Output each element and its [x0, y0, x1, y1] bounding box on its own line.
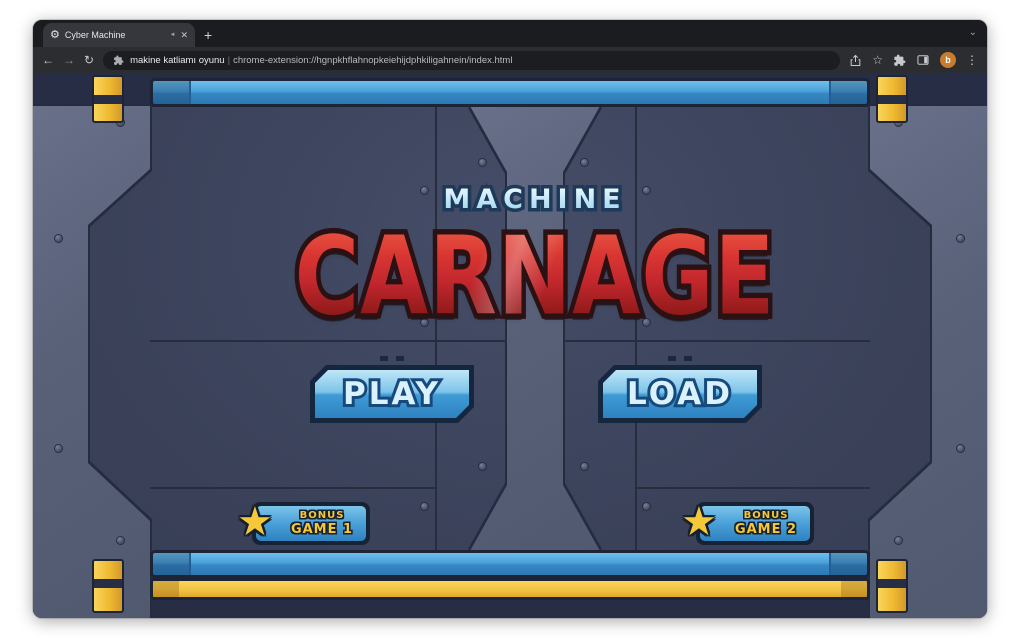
chevron-down-icon[interactable]: ⌄ [969, 27, 977, 38]
game-subtitle: MACHINE MACHINE [83, 186, 987, 213]
yellow-piston [876, 559, 908, 613]
button-notch [668, 356, 676, 361]
bonus-2-line1: BONUS [744, 510, 789, 521]
game-title-sheen: CARNAGE [295, 223, 776, 331]
back-icon[interactable]: ← [42, 54, 54, 66]
profile-avatar[interactable]: b [940, 52, 956, 68]
panel-seam [150, 487, 435, 489]
load-button[interactable]: LOAD LOAD [598, 365, 762, 423]
play-button[interactable]: PLAY PLAY [310, 365, 474, 423]
yellow-piston [92, 559, 124, 613]
screw-icon [581, 159, 588, 166]
game-canvas: MACHINE MACHINE CARNAGE CARNAGE CARNAGE … [33, 73, 987, 618]
bonus-2-line2: GAME 2 [735, 522, 797, 537]
screw-icon [421, 503, 428, 510]
play-label: PLAY [343, 379, 441, 410]
button-notch [684, 356, 692, 361]
bottom-blue-beam [150, 550, 870, 578]
yellow-piston [876, 75, 908, 123]
url-text: makine katliamı oyunu|chrome-extension:/… [130, 55, 512, 66]
panel-seam [635, 487, 870, 489]
button-notch [396, 356, 404, 361]
game-subtitle-text: MACHINE [443, 186, 626, 213]
screw-icon [643, 503, 650, 510]
bottom-yellow-beam [150, 578, 870, 600]
url-separator: | [225, 55, 233, 66]
share-icon[interactable] [849, 54, 862, 67]
panel-seam [563, 340, 870, 342]
button-notch [380, 356, 388, 361]
tab-arrow-icon: ◄ [170, 32, 176, 38]
bookmark-star-icon[interactable]: ☆ [872, 54, 883, 66]
screw-icon [581, 463, 588, 470]
screw-icon [479, 463, 486, 470]
forward-icon[interactable]: → [63, 54, 75, 66]
screw-icon [895, 537, 902, 544]
screw-icon [117, 537, 124, 544]
tab-strip: ⚙ Cyber Machine ◄ ✕ + ⌄ [33, 20, 987, 47]
bonus-game-2-button[interactable]: ★ BONUS GAME 2 [696, 502, 814, 545]
extensions-puzzle-icon[interactable] [893, 54, 906, 67]
screw-icon [957, 235, 964, 242]
tab-cyber-machine[interactable]: ⚙ Cyber Machine ◄ ✕ [43, 23, 195, 47]
yellow-piston [92, 75, 124, 123]
tab-title: Cyber Machine [65, 30, 165, 40]
url-site-name: makine katliamı oyunu [130, 55, 225, 66]
panel-seam [150, 340, 507, 342]
load-label: LOAD [627, 379, 733, 410]
extension-icon [113, 55, 124, 66]
screw-icon [957, 445, 964, 452]
screw-icon [55, 445, 62, 452]
metal-frame [33, 73, 987, 618]
screw-icon [479, 159, 486, 166]
right-frame-plate [870, 106, 987, 618]
browser-window: ⚙ Cyber Machine ◄ ✕ + ⌄ ← → ↻ makine kat… [33, 20, 987, 618]
star-icon: ★ [681, 499, 717, 545]
browser-toolbar: ← → ↻ makine katliamı oyunu|chrome-exten… [33, 47, 987, 73]
screw-icon [55, 235, 62, 242]
game-title: CARNAGE CARNAGE CARNAGE [137, 223, 933, 331]
left-frame-plate [33, 106, 150, 618]
url-bar[interactable]: makine katliamı oyunu|chrome-extension:/… [103, 51, 840, 70]
tab-close-icon[interactable]: ✕ [180, 30, 188, 41]
reload-icon[interactable]: ↻ [84, 54, 94, 66]
menu-kebab-icon[interactable]: ⋮ [966, 54, 978, 66]
top-blue-beam [150, 78, 870, 107]
bonus-1-line1: BONUS [300, 510, 345, 521]
toolbar-actions: ☆ b ⋮ [849, 52, 978, 68]
bonus-1-line2: GAME 1 [291, 522, 353, 537]
bonus-game-1-button[interactable]: ★ BONUS GAME 1 [252, 502, 370, 545]
star-icon: ★ [237, 499, 273, 545]
new-tab-button[interactable]: + [204, 28, 212, 42]
gear-favicon-icon: ⚙ [50, 30, 60, 41]
side-panel-icon[interactable] [916, 53, 930, 67]
url-path: chrome-extension://hgnpkhflahnopkeiehijd… [233, 55, 512, 66]
